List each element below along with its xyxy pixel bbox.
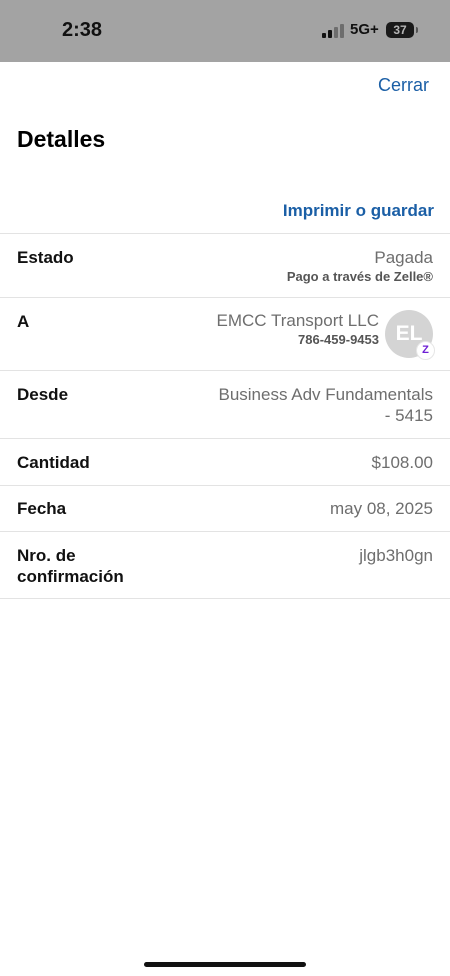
zelle-icon: Z <box>416 341 435 360</box>
date-label: Fecha <box>17 499 67 518</box>
recipient-phone: 786-459-9453 <box>298 332 379 347</box>
amount-value: $108.00 <box>371 453 433 472</box>
recipient-name: EMCC Transport LLC <box>216 311 380 330</box>
battery-icon: 37 <box>386 22 418 38</box>
amount-label: Cantidad <box>17 453 90 472</box>
divider <box>0 598 450 599</box>
confirmation-number: jlgb3h0gn <box>359 546 433 565</box>
divider <box>0 233 450 234</box>
date-value: may 08, 2025 <box>329 499 433 518</box>
status-bar: 2:38 5G+ 37 <box>0 0 450 62</box>
from-account-line1: Business Adv Fundamentals <box>218 385 433 404</box>
confirmation-label-line1: Nro. de <box>17 546 76 565</box>
page-title: Detalles <box>17 126 106 152</box>
status-value: Pagada <box>374 248 433 267</box>
recipient-label: A <box>17 312 30 331</box>
divider <box>0 438 450 439</box>
print-or-save-button[interactable]: Imprimir o guardar <box>283 201 434 221</box>
from-label: Desde <box>17 385 69 404</box>
home-indicator[interactable] <box>144 962 306 967</box>
status-label: Estado <box>17 248 74 267</box>
network-type: 5G+ <box>350 21 379 38</box>
divider <box>0 297 450 298</box>
payment-method-note: Pago a través de Zelle® <box>286 269 433 284</box>
divider <box>0 531 450 532</box>
divider <box>0 370 450 371</box>
confirmation-label-line2: confirmación <box>17 567 124 586</box>
close-button[interactable]: Cerrar <box>378 75 429 96</box>
cellular-signal-icon <box>322 24 346 38</box>
divider <box>0 485 450 486</box>
from-account-line2: - 5415 <box>384 406 433 425</box>
status-time: 2:38 <box>62 19 103 41</box>
